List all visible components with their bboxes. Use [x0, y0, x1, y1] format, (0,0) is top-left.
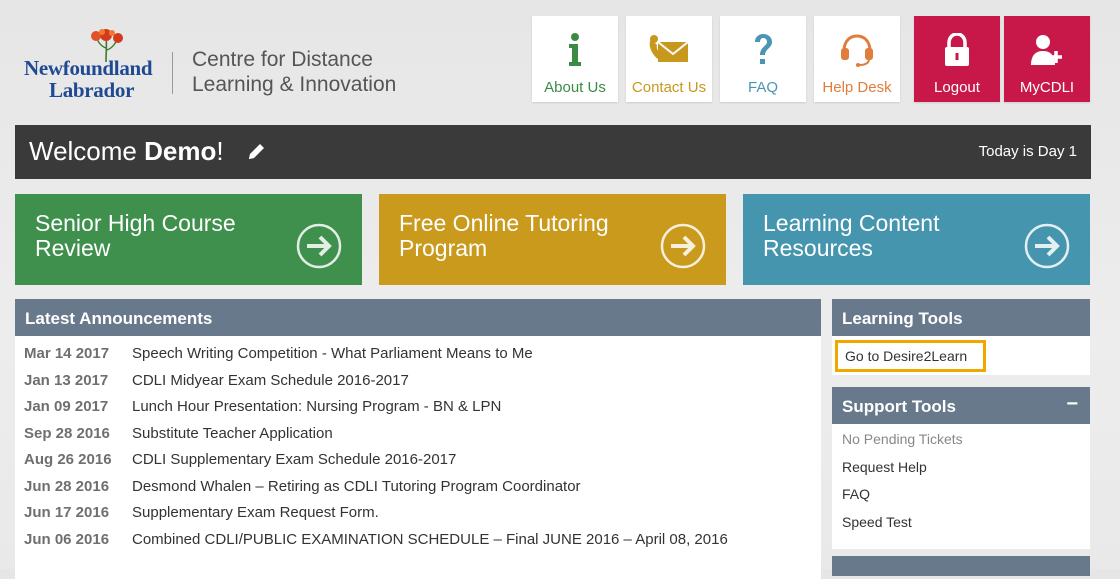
support-tools-list: No Pending Tickets Request Help FAQ Spee…	[832, 424, 1090, 544]
logout-button[interactable]: Logout	[914, 16, 1000, 102]
announcement-date: Jun 17 2016	[24, 504, 110, 521]
announcement-title[interactable]: Substitute Teacher Application	[132, 425, 333, 442]
learning-content-resources-tile[interactable]: Learning Content Resources	[743, 194, 1090, 285]
day-indicator: Today is Day 1	[978, 143, 1077, 160]
faq-button[interactable]: FAQ	[720, 16, 806, 102]
announcement-date: Sep 28 2016	[24, 424, 110, 442]
about-us-label: About Us	[544, 79, 606, 96]
about-us-button[interactable]: About Us	[532, 16, 618, 102]
announcement-item[interactable]: Sep 28 2016 Substitute Teacher Applicatio…	[24, 424, 812, 451]
announcement-date: Jun 06 2016	[24, 530, 110, 548]
contact-us-label: Contact Us	[631, 79, 707, 96]
collapse-toggle-icon[interactable]: −	[1066, 393, 1078, 416]
support-tools-header: Support Tools −	[832, 387, 1090, 424]
logo-text-line2: Labrador	[49, 78, 135, 102]
announcements-list: Mar 14 2017 Speech Writing Competition - …	[15, 336, 821, 564]
announcement-item[interactable]: Jan 13 2017 CDLI Midyear Exam Schedule 20…	[24, 371, 812, 398]
announcement-item[interactable]: Jun 17 2016 Supplementary Exam Request Fo…	[24, 503, 812, 530]
mycdli-label: MyCDLI	[1019, 79, 1075, 96]
headset-icon	[841, 34, 873, 67]
nl-logo[interactable]: Newfoundland Labrador	[22, 28, 167, 102]
announcements-heading: Latest Announcements	[15, 299, 821, 336]
mycdli-button[interactable]: MyCDLI	[1004, 16, 1090, 102]
arrow-right-circle-icon	[296, 223, 342, 269]
announcement-item[interactable]: Jun 06 2016 Combined CDLI/PUBLIC EXAMINAT…	[24, 530, 812, 557]
learning-tools-heading: Learning Tools	[832, 299, 1090, 336]
welcome-bar: Welcome Demo! Today is Day 1	[15, 125, 1091, 179]
announcement-title[interactable]: Speech Writing Competition - What Parlia…	[132, 345, 533, 362]
next-panel-header	[832, 556, 1090, 576]
logout-label: Logout	[934, 79, 980, 96]
announcement-title[interactable]: Desmond Whalen – Retiring as CDLI Tutori…	[132, 478, 581, 495]
phone-envelope-icon	[649, 35, 689, 62]
support-tools-panel: Support Tools − No Pending Tickets Reque…	[832, 387, 1090, 549]
announcements-panel: Latest Announcements Mar 14 2017 Speech W…	[15, 299, 821, 579]
user-name: Demo	[144, 136, 217, 166]
tile-label: Free Online Tutoring Program	[399, 210, 609, 261]
welcome-greeting: Welcome Demo!	[29, 136, 224, 167]
learning-tools-panel: Learning Tools Go to Desire2Learn	[832, 299, 1090, 375]
help-desk-button[interactable]: Help Desk	[814, 16, 900, 102]
pending-tickets-status: No Pending Tickets	[842, 431, 963, 447]
support-tools-heading: Support Tools	[842, 397, 956, 416]
announcement-date: Aug 26 2016	[24, 451, 112, 468]
announcement-item[interactable]: Jan 09 2017 Lunch Hour Presentation: Nurs…	[24, 397, 812, 424]
question-mark-icon	[755, 34, 772, 64]
site-title-line1: Centre for Distance	[192, 48, 373, 71]
speed-test-link[interactable]: Speed Test	[842, 512, 1080, 540]
welcome-suffix: !	[216, 136, 224, 166]
announcement-date: Mar 14 2017	[24, 345, 110, 362]
announcement-item[interactable]: Jun 28 2016 Desmond Whalen – Retiring as …	[24, 477, 812, 504]
free-online-tutoring-tile[interactable]: Free Online Tutoring Program	[379, 194, 726, 285]
pencil-edit-icon[interactable]	[246, 142, 266, 162]
arrow-right-circle-icon	[1024, 223, 1070, 269]
logo-divider	[172, 52, 173, 94]
announcement-title[interactable]: CDLI Supplementary Exam Schedule 2016-20…	[132, 451, 456, 468]
add-user-icon	[1031, 35, 1062, 65]
announcement-date: Jan 13 2017	[24, 371, 109, 389]
announcement-item[interactable]: Mar 14 2017 Speech Writing Competition - …	[24, 344, 812, 371]
announcement-title[interactable]: Combined CDLI/PUBLIC EXAMINATION SCHEDUL…	[132, 531, 728, 548]
desire2learn-link[interactable]: Go to Desire2Learn	[835, 340, 986, 372]
tile-label: Learning Content Resources	[763, 210, 940, 261]
tile-label: Senior High Course Review	[35, 210, 236, 261]
site-title-line2: Learning & Innovation	[192, 73, 397, 96]
contact-us-button[interactable]: Contact Us	[626, 16, 712, 102]
arrow-right-circle-icon	[660, 223, 706, 269]
welcome-prefix: Welcome	[29, 136, 145, 166]
faq-label: FAQ	[747, 79, 778, 96]
announcement-date: Jan 09 2017	[24, 398, 109, 415]
request-help-link[interactable]: Request Help	[842, 457, 1080, 485]
info-icon	[569, 33, 581, 66]
faq-link[interactable]: FAQ	[842, 484, 1080, 512]
announcement-title[interactable]: CDLI Midyear Exam Schedule 2016-2017	[132, 372, 409, 389]
announcement-title[interactable]: Lunch Hour Presentation: Nursing Program…	[132, 398, 501, 415]
site-title: Centre for Distance Learning & Innovatio…	[192, 47, 396, 97]
senior-high-course-review-tile[interactable]: Senior High Course Review	[15, 194, 362, 285]
announcement-title[interactable]: Supplementary Exam Request Form.	[132, 504, 379, 521]
announcement-item[interactable]: Aug 26 2016 CDLI Supplementary Exam Sched…	[24, 450, 812, 477]
help-desk-label: Help Desk	[822, 79, 892, 96]
announcement-date: Jun 28 2016	[24, 477, 110, 495]
lock-icon	[945, 33, 969, 66]
